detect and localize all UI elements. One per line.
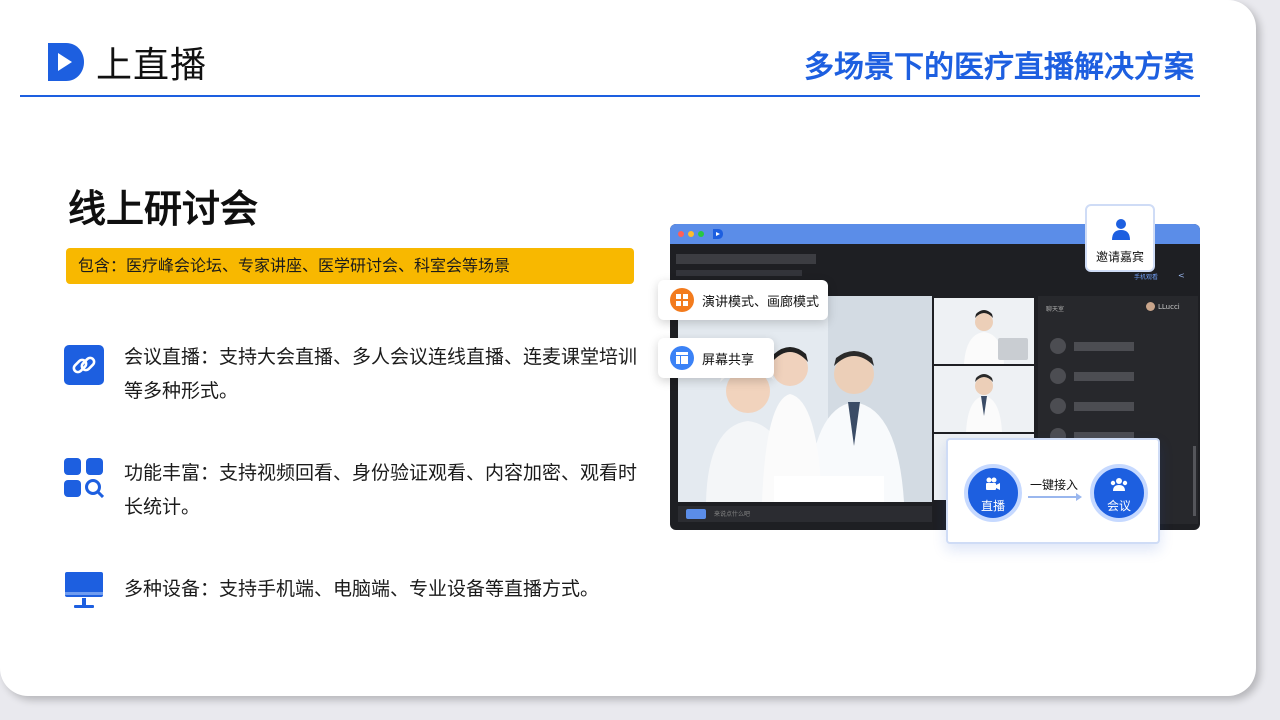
meeting-button[interactable]: 会议 (1090, 464, 1148, 522)
close-dot-icon (678, 231, 684, 237)
video-camera-icon (986, 477, 1000, 490)
participant-video-1[interactable] (934, 298, 1034, 364)
doctor-laptop-image (934, 298, 1034, 364)
feature-text: 多种设备：支持手机端、电脑端、专业设备等直播方式。 (124, 578, 600, 600)
avatar (1146, 302, 1155, 311)
play-logo-icon (48, 43, 84, 81)
layout-grid-icon (670, 288, 694, 312)
monitor-icon (65, 572, 103, 608)
feature-multi-device: 多种设备：支持手机端、电脑端、专业设备等直播方式。 (64, 572, 644, 612)
link-icon (64, 345, 104, 385)
app-logo-icon (713, 229, 723, 239)
maximize-dot-icon (698, 231, 704, 237)
section-title: 线上研讨会 (68, 187, 259, 231)
subtitle-placeholder-bar (676, 270, 802, 276)
title-placeholder-bar (676, 254, 816, 264)
emoji-icon[interactable] (686, 509, 706, 519)
main-video (678, 296, 932, 502)
comment-input[interactable]: 来说点什么吧 (714, 509, 750, 518)
arrow-right-icon (1028, 493, 1082, 501)
brand-logo: 上直播 (42, 36, 207, 88)
participant-video-2[interactable] (934, 366, 1034, 432)
header-divider (20, 95, 1200, 97)
share-icon[interactable]: < (1178, 271, 1185, 280)
chat-username: LLucci (1158, 303, 1180, 311)
screen-share-bubble[interactable]: 屏幕共享 (658, 338, 774, 378)
phone-watch-link[interactable]: 手机观看 (1134, 272, 1158, 281)
screen-share-label: 屏幕共享 (702, 352, 755, 368)
one-click-connect-card: 直播 一键接入 会议 (946, 438, 1160, 544)
user-icon (1112, 219, 1130, 240)
one-click-join-label: 一键接入 (1030, 478, 1079, 492)
chat-scrollbar[interactable] (1193, 446, 1196, 516)
slide: 上直播 多场景下的医疗直播解决方案 线上研讨会 包含：医疗峰会论坛、专家讲座、医… (0, 0, 1256, 696)
grid-search-icon (64, 458, 104, 498)
invite-guest-button[interactable]: 邀请嘉宾 (1085, 204, 1155, 272)
doctors-meeting-image (678, 296, 932, 502)
live-button[interactable]: 直播 (964, 464, 1022, 522)
feature-text: 会议直播：支持大会直播、多人会议连线直播、连麦课堂培训等多种形式。 (124, 346, 638, 402)
feature-meeting-live: 会议直播：支持大会直播、多人会议连线直播、连麦课堂培训等多种形式。 (64, 340, 644, 408)
invite-guest-label: 邀请嘉宾 (1095, 250, 1144, 264)
meeting-label: 会议 (1106, 499, 1131, 513)
mode-switch-label: 演讲模式、画廊模式 (702, 294, 820, 310)
chat-title: 聊天室 (1046, 306, 1065, 313)
feature-text: 功能丰富：支持视频回看、身份验证观看、内容加密、观看时长统计。 (124, 462, 638, 518)
scenario-tag: 包含：医疗峰会论坛、专家讲座、医学研讨会、科室会等场景 (66, 248, 634, 284)
comment-bar: 来说点什么吧 (678, 506, 932, 522)
header-title: 多场景下的医疗直播解决方案 (804, 50, 1194, 85)
feature-rich-functions: 功能丰富：支持视频回看、身份验证观看、内容加密、观看时长统计。 (64, 456, 644, 524)
doctor-standing-image (934, 366, 1034, 432)
live-label: 直播 (980, 499, 1005, 513)
group-icon (1110, 478, 1128, 491)
minimize-dot-icon (688, 231, 694, 237)
brand-name: 上直播 (96, 45, 208, 86)
screen-share-icon (670, 346, 694, 370)
mode-switch-bubble[interactable]: 演讲模式、画廊模式 (658, 280, 828, 320)
